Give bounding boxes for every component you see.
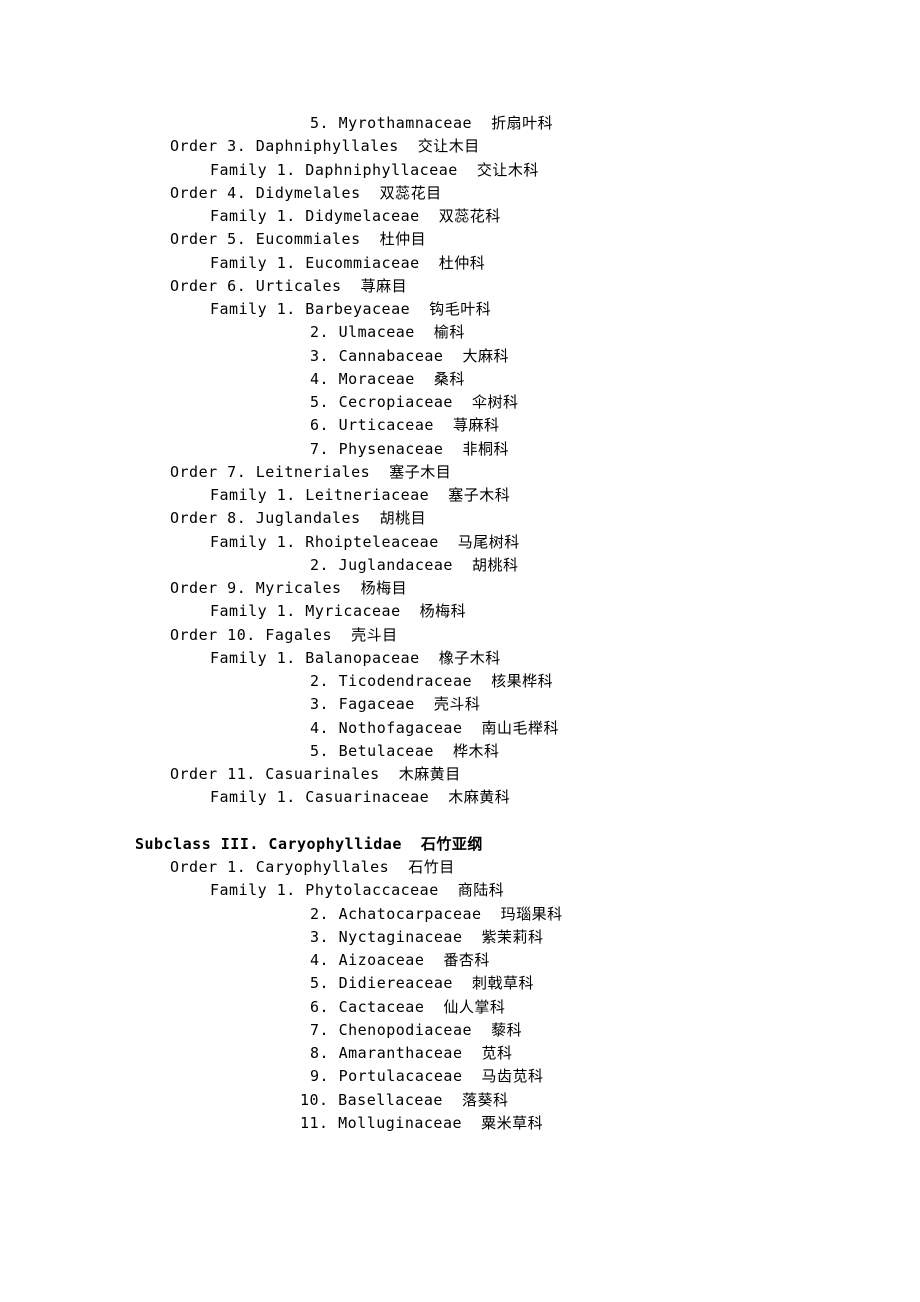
taxonomy-line: 3. Fagaceae 壳斗科 <box>0 693 920 716</box>
taxonomy-line: 7. Physenaceae 非桐科 <box>0 438 920 461</box>
taxonomy-line: 6. Cactaceae 仙人掌科 <box>0 996 920 1019</box>
taxonomy-line: 2. Achatocarpaceae 玛瑙果科 <box>0 903 920 926</box>
taxonomy-line: 3. Cannabaceae 大麻科 <box>0 345 920 368</box>
taxonomy-line: Order 8. Juglandales 胡桃目 <box>0 507 920 530</box>
taxonomy-line: 4. Aizoaceae 番杏科 <box>0 949 920 972</box>
taxonomy-line: Order 11. Casuarinales 木麻黄目 <box>0 763 920 786</box>
taxonomy-line: 6. Urticaceae 荨麻科 <box>0 414 920 437</box>
taxonomy-line: 4. Nothofagaceae 南山毛榉科 <box>0 717 920 740</box>
taxonomy-line: Family 1. Daphniphyllaceae 交让木科 <box>0 159 920 182</box>
taxonomy-line: Order 3. Daphniphyllales 交让木目 <box>0 135 920 158</box>
taxonomy-line: 5. Didiereaceae 刺戟草科 <box>0 972 920 995</box>
taxonomy-line: Order 4. Didymelales 双蕊花目 <box>0 182 920 205</box>
taxonomy-line: 2. Ticodendraceae 核果桦科 <box>0 670 920 693</box>
taxonomy-line: 9. Portulacaceae 马齿苋科 <box>0 1065 920 1088</box>
taxonomy-line: Subclass III. Caryophyllidae 石竹亚纲 <box>0 833 920 856</box>
taxonomy-line: Order 1. Caryophyllales 石竹目 <box>0 856 920 879</box>
taxonomy-line: 5. Betulaceae 桦木科 <box>0 740 920 763</box>
taxonomy-line: Family 1. Leitneriaceae 塞子木科 <box>0 484 920 507</box>
taxonomy-list: 5. Myrothamnaceae 折扇叶科Order 3. Daphniphy… <box>0 112 920 1135</box>
taxonomy-line: Family 1. Balanopaceae 橡子木科 <box>0 647 920 670</box>
taxonomy-line: 2. Ulmaceae 榆科 <box>0 321 920 344</box>
taxonomy-line: 5. Cecropiaceae 伞树科 <box>0 391 920 414</box>
taxonomy-line: 4. Moraceae 桑科 <box>0 368 920 391</box>
taxonomy-line <box>0 810 920 833</box>
taxonomy-line: Family 1. Rhoipteleaceae 马尾树科 <box>0 531 920 554</box>
taxonomy-line: Family 1. Barbeyaceae 钩毛叶科 <box>0 298 920 321</box>
taxonomy-line: 7. Chenopodiaceae 藜科 <box>0 1019 920 1042</box>
taxonomy-line: Family 1. Phytolaccaceae 商陆科 <box>0 879 920 902</box>
taxonomy-line: 10. Basellaceae 落葵科 <box>0 1089 920 1112</box>
taxonomy-line: Order 6. Urticales 荨麻目 <box>0 275 920 298</box>
taxonomy-line: Order 5. Eucommiales 杜仲目 <box>0 228 920 251</box>
taxonomy-line: Family 1. Didymelaceae 双蕊花科 <box>0 205 920 228</box>
taxonomy-line: 8. Amaranthaceae 苋科 <box>0 1042 920 1065</box>
taxonomy-line: Order 10. Fagales 壳斗目 <box>0 624 920 647</box>
document-page: 5. Myrothamnaceae 折扇叶科Order 3. Daphniphy… <box>0 0 920 1135</box>
taxonomy-line: Order 7. Leitneriales 塞子木目 <box>0 461 920 484</box>
taxonomy-line: Order 9. Myricales 杨梅目 <box>0 577 920 600</box>
taxonomy-line: 11. Molluginaceae 粟米草科 <box>0 1112 920 1135</box>
taxonomy-line: 2. Juglandaceae 胡桃科 <box>0 554 920 577</box>
taxonomy-line: Family 1. Casuarinaceae 木麻黄科 <box>0 786 920 809</box>
taxonomy-line: Family 1. Eucommiaceae 杜仲科 <box>0 252 920 275</box>
taxonomy-line: 3. Nyctaginaceae 紫茉莉科 <box>0 926 920 949</box>
taxonomy-line: Family 1. Myricaceae 杨梅科 <box>0 600 920 623</box>
taxonomy-line: 5. Myrothamnaceae 折扇叶科 <box>0 112 920 135</box>
